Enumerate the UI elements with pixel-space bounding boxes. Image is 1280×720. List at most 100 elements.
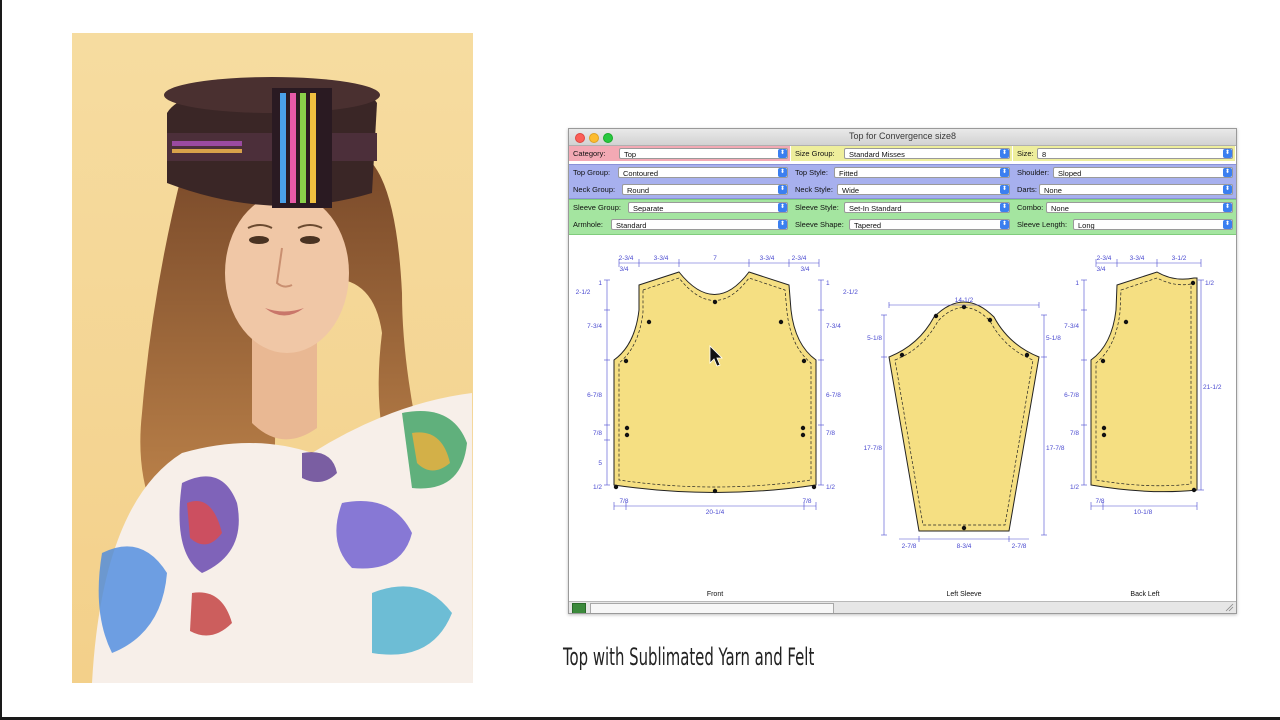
back-dim-left-5: 1/2 xyxy=(1070,484,1079,491)
front-dim-left-4: 6-7/8 xyxy=(587,392,602,399)
sleeve-style-label: Sleeve Style: xyxy=(795,203,839,212)
status-field[interactable] xyxy=(590,603,834,613)
front-dim-top-b: 3-3/4 xyxy=(654,255,669,262)
window-titlebar: Top for Convergence size8 xyxy=(569,129,1236,146)
armhole-value: Standard xyxy=(616,221,647,230)
back-piece[interactable] xyxy=(1090,271,1198,493)
size-select[interactable]: 8 ⬍ xyxy=(1037,148,1233,159)
front-dim-small-l: 3/4 xyxy=(619,266,628,273)
sleeve-shape-cell: Sleeve Shape: Tapered ⬍ xyxy=(791,217,1012,232)
resize-grip-icon[interactable] xyxy=(1225,603,1234,612)
top-group-label: Top Group: xyxy=(573,168,611,177)
pattern-canvas[interactable]: 2-3/4 3-3/4 7 3-3/4 2-3/4 3/4 3/4 2-1/2 … xyxy=(569,235,1236,600)
sleeve-length-select[interactable]: Long ⬍ xyxy=(1073,219,1233,230)
back-dim-left-3: 6-7/8 xyxy=(1064,392,1079,399)
sleeve-dim-left-1: 5-1/8 xyxy=(867,335,882,342)
front-dim-left-1: 2-1/2 xyxy=(576,289,591,296)
front-piece[interactable] xyxy=(613,271,817,494)
sleeve-length-cell: Sleeve Length: Long ⬍ xyxy=(1013,217,1235,232)
sleeve-shape-select[interactable]: Tapered ⬍ xyxy=(849,219,1010,230)
chevron-down-icon: ⬍ xyxy=(1223,185,1232,194)
combo-cell: Combo: None ⬍ xyxy=(1013,200,1235,215)
neck-style-label: Neck Style: xyxy=(795,185,833,194)
front-label: Front xyxy=(706,591,724,598)
neck-group-value: Round xyxy=(627,186,650,195)
category-label: Category: xyxy=(573,149,606,158)
chevron-down-icon: ⬍ xyxy=(1000,203,1009,212)
front-dim-left-6: 5 xyxy=(598,460,602,467)
chevron-down-icon: ⬍ xyxy=(1223,220,1232,229)
neck-group-cell: Neck Group: Round ⬍ xyxy=(569,182,790,197)
shoulder-select[interactable]: Sloped ⬍ xyxy=(1053,167,1233,178)
front-dim-right-6: 1/2 xyxy=(826,484,835,491)
front-dim-top-c: 7 xyxy=(713,255,717,262)
sleeve-style-select[interactable]: Set-In Standard ⬍ xyxy=(844,202,1010,213)
darts-cell: Darts: None ⬍ xyxy=(1013,182,1235,197)
chevron-down-icon: ⬍ xyxy=(778,168,787,177)
sleeve-group-cell: Sleeve Group: Separate ⬍ xyxy=(569,200,790,215)
neck-style-value: Wide xyxy=(842,186,860,195)
sleeve-style-value: Set-In Standard xyxy=(849,204,902,213)
sleeve-dim-bottom-l: 2-7/8 xyxy=(902,543,917,550)
top-style-value: Fitted xyxy=(839,169,858,178)
front-dim-small-r: 3/4 xyxy=(800,266,809,273)
chevron-down-icon: ⬍ xyxy=(778,185,787,194)
category-select[interactable]: Top ⬍ xyxy=(619,148,788,159)
sleeve-style-cell: Sleeve Style: Set-In Standard ⬍ xyxy=(791,200,1012,215)
neck-group-select[interactable]: Round ⬍ xyxy=(622,184,788,195)
grid-icon[interactable] xyxy=(572,603,586,613)
back-dim-left-1: 1 xyxy=(1075,280,1079,287)
shoulder-cell: Shoulder: Sloped ⬍ xyxy=(1013,165,1235,180)
pattern-window: Top for Convergence size8 Category: Top … xyxy=(568,128,1237,614)
chevron-down-icon: ⬍ xyxy=(778,220,787,229)
size-group-cell: Size Group: Standard Misses ⬍ xyxy=(791,146,1012,161)
darts-label: Darts: xyxy=(1017,185,1038,194)
combo-select[interactable]: None ⬍ xyxy=(1046,202,1233,213)
size-group-value: Standard Misses xyxy=(849,150,905,159)
armhole-label: Armhole: xyxy=(573,220,604,229)
armhole-cell: Armhole: Standard ⬍ xyxy=(569,217,790,232)
sleeve-label: Left Sleeve xyxy=(946,591,982,598)
neck-style-select[interactable]: Wide ⬍ xyxy=(837,184,1010,195)
top-style-cell: Top Style: Fitted ⬍ xyxy=(791,165,1012,180)
size-group-label: Size Group: xyxy=(795,149,835,158)
front-dim-top-d: 3-3/4 xyxy=(760,255,775,262)
neck-style-cell: Neck Style: Wide ⬍ xyxy=(791,182,1012,197)
chevron-down-icon: ⬍ xyxy=(1000,220,1009,229)
sleeve-piece[interactable] xyxy=(888,301,1040,532)
sleeve-dim-top: 14-1/2 xyxy=(955,297,974,304)
armhole-select[interactable]: Standard ⬍ xyxy=(611,219,788,230)
front-dim-top-e: 2-3/4 xyxy=(792,255,807,262)
slide-caption: Top with Sublimated Yarn and Felt xyxy=(563,643,815,671)
chevron-down-icon: ⬍ xyxy=(778,203,787,212)
top-style-select[interactable]: Fitted ⬍ xyxy=(834,167,1010,178)
sleeve-group-label: Sleeve Group: xyxy=(573,203,621,212)
top-group-select[interactable]: Contoured ⬍ xyxy=(618,167,788,178)
sleeve-shape-label: Sleeve Shape: xyxy=(795,220,844,229)
front-dim-bottom-c: 20-1/4 xyxy=(706,509,725,516)
sleeve-shape-value: Tapered xyxy=(854,221,882,230)
chevron-down-icon: ⬍ xyxy=(1223,149,1232,158)
chevron-down-icon: ⬍ xyxy=(1223,168,1232,177)
neck-group-label: Neck Group: xyxy=(573,185,616,194)
front-dim-bottom-l: 7/8 xyxy=(619,498,628,505)
top-style-label: Top Style: xyxy=(795,168,828,177)
darts-select[interactable]: None ⬍ xyxy=(1039,184,1233,195)
size-label: Size: xyxy=(1017,149,1034,158)
front-dim-top-a: 2-3/4 xyxy=(619,255,634,262)
front-dim-left-3: 7-3/4 xyxy=(587,323,602,330)
combo-label: Combo: xyxy=(1017,203,1044,212)
chevron-down-icon: ⬍ xyxy=(1000,168,1009,177)
sleeve-dim-right-2: 17-7/8 xyxy=(1046,445,1065,452)
back-label: Back Left xyxy=(1130,591,1160,598)
front-dim-left-7: 1/2 xyxy=(593,484,602,491)
sleeve-dim-bottom-r: 2-7/8 xyxy=(1012,543,1027,550)
front-dim-right-1: 1 xyxy=(826,280,830,287)
size-cell: Size: 8 ⬍ xyxy=(1013,146,1235,161)
category-value: Top xyxy=(624,150,637,159)
size-group-select[interactable]: Standard Misses ⬍ xyxy=(844,148,1010,159)
back-dim-right-2: 21-1/2 xyxy=(1203,384,1222,391)
sleeve-group-select[interactable]: Separate ⬍ xyxy=(628,202,788,213)
sleeve-options-band: Sleeve Group: Separate ⬍ Sleeve Style: S… xyxy=(569,199,1236,235)
darts-value: None xyxy=(1044,186,1062,195)
